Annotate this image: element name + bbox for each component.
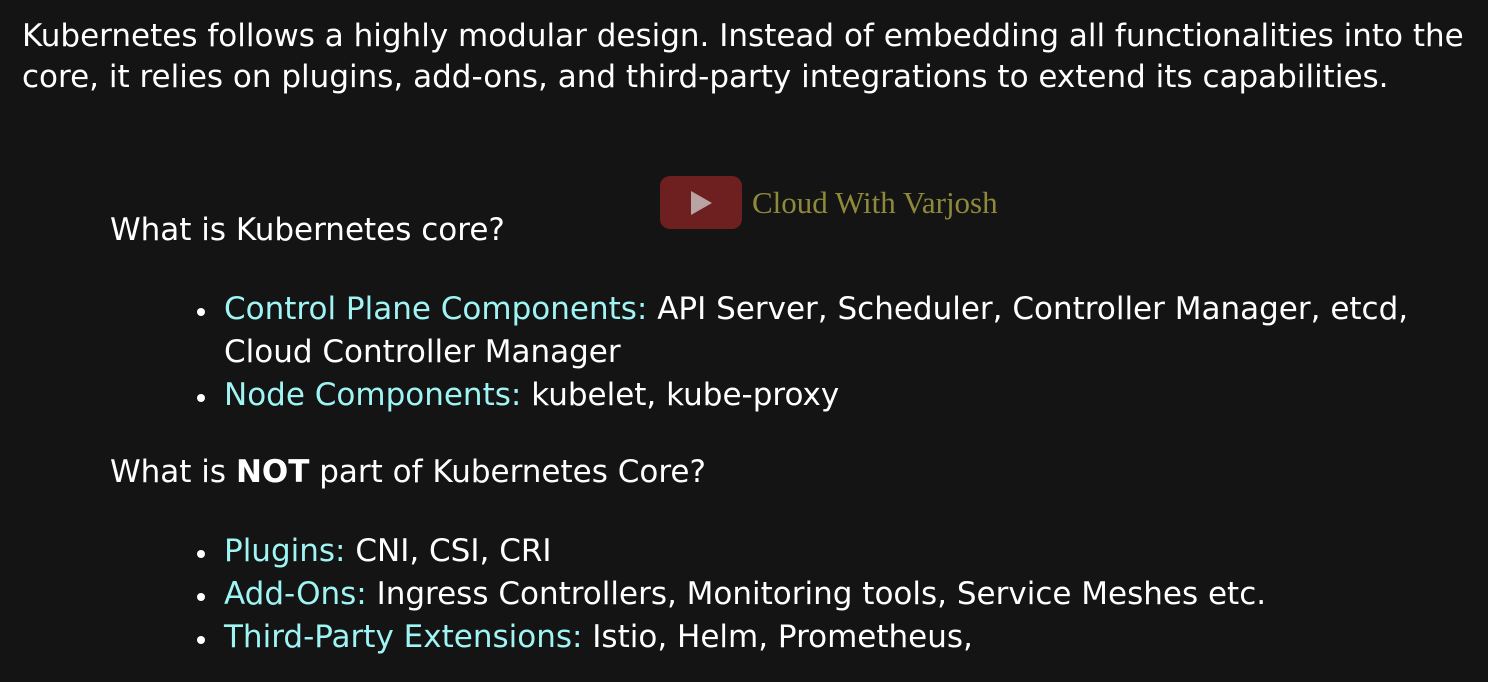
watermark-text: Cloud With Varjosh [752,184,998,220]
list-item: Control Plane Components: API Server, Sc… [197,288,1474,374]
item-key: Control Plane Components: [224,291,648,327]
item-text: Ingress Controllers, Monitoring tools, S… [366,576,1267,612]
core-heading: What is Kubernetes core? [110,212,505,248]
item-key: Add-Ons: [224,576,367,612]
play-icon [689,190,713,216]
not-core-heading: What is NOT part of Kubernetes Core? [110,452,706,492]
list-item: Add-Ons: Ingress Controllers, Monitoring… [197,573,1474,616]
channel-watermark: Cloud With Varjosh [660,176,998,229]
core-list: Control Plane Components: API Server, Sc… [197,288,1474,417]
list-item: Node Components: kubelet, kube-proxy [197,374,1474,417]
list-item: Third-Party Extensions: Istio, Helm, Pro… [197,616,1474,659]
not-core-list: Plugins: CNI, CSI, CRI Add-Ons: Ingress … [197,530,1474,659]
item-key: Plugins: [224,533,346,569]
item-text: kubelet, kube-proxy [521,377,840,413]
item-text: CNI, CSI, CRI [345,533,552,569]
list-item: Plugins: CNI, CSI, CRI [197,530,1474,573]
youtube-button [660,176,742,229]
item-key: Node Components: [224,377,522,413]
intro-paragraph: Kubernetes follows a highly modular desi… [22,18,1464,95]
item-text: Istio, Helm, Prometheus, [582,619,973,655]
heading-pre: What is [110,454,236,490]
heading-post: part of Kubernetes Core? [309,454,706,490]
item-key: Third-Party Extensions: [224,619,583,655]
heading-bold: NOT [235,454,310,490]
